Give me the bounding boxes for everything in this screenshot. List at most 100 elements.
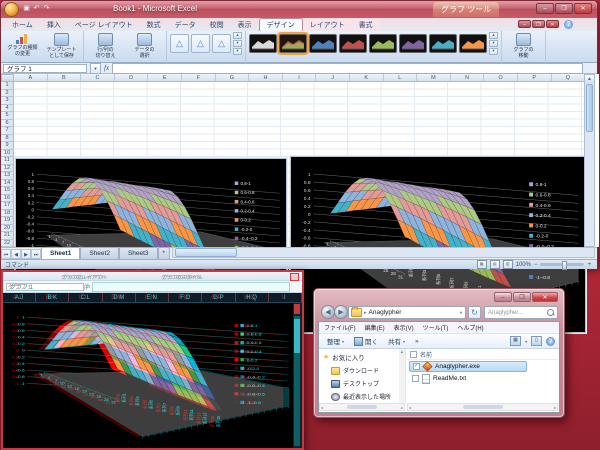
chart-style-thumb-5[interactable]: [369, 34, 397, 53]
column-header-C[interactable]: C: [81, 74, 115, 82]
refresh-icon[interactable]: ↻: [468, 306, 481, 319]
column-header-A[interactable]: A: [14, 74, 48, 82]
row-header-20[interactable]: 20: [1, 225, 14, 233]
file-row-ReadMe.txt[interactable]: ReadMe.txt: [409, 373, 556, 384]
column-header-F[interactable]: F: [182, 74, 216, 82]
column-header-Q[interactable]: Q: [552, 74, 586, 82]
column-header-G[interactable]: G: [216, 74, 250, 82]
vertical-scrollbar[interactable]: ▲: [584, 74, 595, 247]
name-box-dropdown-icon[interactable]: ▼: [90, 63, 101, 74]
ribbon-button[interactable]: グラフの 移動: [505, 32, 542, 59]
anaglyph-formula-input[interactable]: [92, 282, 290, 292]
chart-layout-thumb-2[interactable]: △: [191, 34, 210, 53]
office-button[interactable]: [4, 2, 19, 17]
address-dropdown-icon[interactable]: ▼: [459, 310, 463, 315]
ribbon-button[interactable]: 行/列の 切り替え: [87, 32, 124, 59]
row-header-13[interactable]: 13: [1, 172, 14, 180]
formula-input[interactable]: [112, 63, 583, 74]
anaglyph-scroll-thumb[interactable]: [294, 319, 300, 353]
row-header-10[interactable]: 10: [1, 150, 14, 158]
layout-scroll-icon[interactable]: ▼: [233, 48, 242, 55]
ribbon-tab-数式[interactable]: 数式: [140, 19, 168, 31]
minimize-button[interactable]: –: [536, 3, 554, 14]
toolbar-overflow-button[interactable]: »: [411, 337, 423, 346]
row-header-8[interactable]: 8: [1, 135, 14, 143]
menu-item-表示(V)[interactable]: 表示(V): [394, 323, 414, 332]
ribbon-tab-レイアウト[interactable]: レイアウト: [303, 19, 352, 31]
column-header-J[interactable]: J: [316, 74, 350, 82]
anaglyph-surface-chart[interactable]: 10.80.60.40.20-0.2-0.4-0.6-0.8-114710131…: [3, 303, 293, 448]
row-header-1[interactable]: 1: [1, 82, 14, 90]
file-checkbox[interactable]: [412, 375, 419, 382]
row-header-21[interactable]: 21: [1, 232, 14, 240]
ribbon-tab-ホーム[interactable]: ホーム: [5, 19, 40, 31]
column-header-I[interactable]: I: [283, 74, 317, 82]
horizontal-scrollbar[interactable]: [172, 247, 595, 258]
sheet-nav-icon-1[interactable]: ◀: [11, 249, 21, 259]
column-header-O[interactable]: O: [484, 74, 518, 82]
row-header-19[interactable]: 19: [1, 217, 14, 225]
redo-icon[interactable]: ↷: [42, 4, 51, 13]
sidebar-item-最近表示した場所[interactable]: 最近表示した場所: [319, 390, 399, 403]
layout-scroll-icon[interactable]: ▲: [233, 32, 242, 39]
row-header-9[interactable]: 9: [1, 142, 14, 150]
row-header-2[interactable]: 2: [1, 90, 14, 98]
maximize-button[interactable]: ❐: [555, 3, 573, 14]
ribbon-button[interactable]: データの 選択: [126, 32, 163, 59]
explorer-help-icon[interactable]: ?: [546, 337, 555, 346]
sheet-nav-icon-3[interactable]: ⏭: [31, 249, 41, 259]
view-dropdown-icon[interactable]: ▾: [525, 339, 527, 344]
sheet-nav-icon-0[interactable]: ⏮: [1, 249, 11, 259]
row-header-3[interactable]: 3: [1, 97, 14, 105]
explorer-minimize-button[interactable]: –: [494, 292, 512, 302]
normal-view-icon[interactable]: ▦: [477, 260, 487, 269]
workbook-minimize-button[interactable]: –: [518, 20, 531, 28]
chart-style-thumb-2[interactable]: [279, 34, 307, 53]
name-box[interactable]: グラフ 1: [3, 64, 87, 73]
menu-item-ヘルプ(H)[interactable]: ヘルプ(H): [457, 323, 483, 332]
row-header-5[interactable]: 5: [1, 112, 14, 120]
back-button[interactable]: ◀: [321, 305, 335, 319]
row-header-12[interactable]: 12: [1, 165, 14, 173]
scroll-up-icon[interactable]: ▲: [585, 75, 594, 83]
sidebar-h-scrollbar[interactable]: ◂▸: [319, 403, 405, 411]
ribbon-tab-表示[interactable]: 表示: [231, 19, 259, 31]
search-input[interactable]: Anaglypher...: [484, 306, 558, 319]
column-header-D[interactable]: D: [115, 74, 149, 82]
forward-button[interactable]: ▶: [334, 305, 348, 319]
zoom-out-icon[interactable]: −: [534, 262, 538, 268]
sidebar-item-デスクトップ[interactable]: デスクトップ: [319, 377, 399, 390]
page-break-view-icon[interactable]: ▥: [503, 260, 513, 269]
sheet-tab-Sheet3[interactable]: Sheet3: [119, 247, 158, 259]
ribbon-tab-校閲[interactable]: 校閲: [203, 19, 231, 31]
zoom-slider[interactable]: [540, 263, 584, 266]
column-header-M[interactable]: M: [417, 74, 451, 82]
ribbon-button[interactable]: テンプレート として保存: [43, 32, 80, 59]
anaglyph-scroll-up-red[interactable]: [294, 304, 300, 314]
chart-layout-thumb-3[interactable]: △: [212, 34, 231, 53]
sidebar-scrollbar[interactable]: ▲: [399, 349, 406, 403]
ribbon-tab-書式[interactable]: 書式: [352, 19, 380, 31]
address-bar[interactable]: ▸ Anaglypher ▼: [348, 306, 466, 319]
menu-item-ツール(T)[interactable]: ツール(T): [423, 323, 449, 332]
share-button[interactable]: 共有▾: [384, 335, 409, 347]
anaglyph-name-box[interactable]: グラフ 1: [6, 283, 84, 291]
layout-scroll-icon[interactable]: ▼: [233, 40, 242, 47]
sidebar-item-ダウンロード[interactable]: ダウンロード: [319, 364, 399, 377]
zoom-level[interactable]: 100%: [516, 262, 531, 268]
vertical-scroll-thumb[interactable]: [586, 84, 593, 132]
row-header-15[interactable]: 15: [1, 187, 14, 195]
select-all-checkbox[interactable]: [410, 351, 417, 358]
name-column-header[interactable]: 名前: [407, 349, 558, 360]
chart-style-thumb-4[interactable]: [339, 34, 367, 53]
chart-style-thumb-7[interactable]: [429, 34, 457, 53]
row-header-22[interactable]: 22: [1, 240, 14, 248]
zoom-in-icon[interactable]: +: [587, 262, 591, 268]
row-header-6[interactable]: 6: [1, 120, 14, 128]
help-icon[interactable]: ?: [564, 20, 573, 29]
anaglyph-close-icon[interactable]: [290, 273, 299, 281]
chart-style-thumb-6[interactable]: [399, 34, 427, 53]
row-header-7[interactable]: 7: [1, 127, 14, 135]
insert-sheet-tab[interactable]: *: [158, 247, 171, 259]
row-header-11[interactable]: 11: [1, 157, 14, 165]
